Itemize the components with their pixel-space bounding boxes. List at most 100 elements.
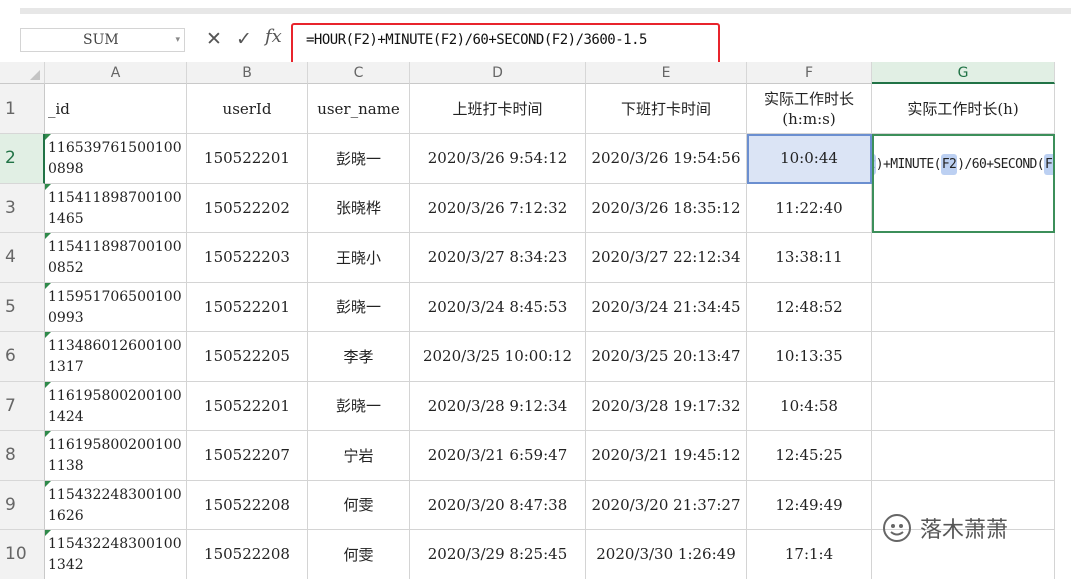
fx-icon[interactable]: fx	[265, 26, 282, 47]
cell-id[interactable]: 1161958002001001424	[45, 381, 187, 431]
cell-userid[interactable]: 150522201	[187, 381, 308, 431]
cell-user-name[interactable]: 张晓桦	[308, 183, 410, 233]
header-cell-id[interactable]: _id	[45, 84, 187, 134]
cell-user-name[interactable]: 何雯	[308, 480, 410, 530]
cell-work-hms[interactable]: 13:38:11	[747, 233, 872, 283]
cell-id[interactable]: 1154118987001001465	[45, 183, 187, 233]
row-header-10[interactable]: 10	[0, 530, 45, 579]
cell-clock-out[interactable]: 2020/3/27 22:12:34	[586, 233, 747, 283]
cell-clock-in[interactable]: 2020/3/29 8:25:45	[410, 530, 586, 579]
row-header-8[interactable]: 8	[0, 431, 45, 481]
cell-clock-in[interactable]: 2020/3/20 8:47:38	[410, 480, 586, 530]
select-all-corner[interactable]	[0, 62, 45, 84]
cell-userid[interactable]: 150522208	[187, 480, 308, 530]
row-header-7[interactable]: 7	[0, 381, 45, 431]
cell-userid[interactable]: 150522202	[187, 183, 308, 233]
cell-work-h[interactable]	[872, 381, 1055, 431]
cell-id[interactable]: 1154118987001000852	[45, 233, 187, 283]
cell-clock-in[interactable]: 2020/3/27 8:34:23	[410, 233, 586, 283]
cell-work-h[interactable]	[872, 332, 1055, 382]
cell-work-h[interactable]	[872, 282, 1055, 332]
cell-id[interactable]: 1161958002001001138	[45, 431, 187, 481]
name-box[interactable]: SUM ▾	[20, 28, 185, 52]
cell-clock-in[interactable]: 2020/3/28 9:12:34	[410, 381, 586, 431]
cell-clock-in[interactable]: 2020/3/21 6:59:47	[410, 431, 586, 481]
cell-userid[interactable]: 150522208	[187, 530, 308, 579]
cell-work-hms[interactable]: 10:13:35	[747, 332, 872, 382]
formula-text: )/60+SECOND(	[957, 157, 1045, 172]
cell-clock-in[interactable]: 2020/3/26 9:54:12	[410, 134, 586, 184]
cell-userid[interactable]: 150522207	[187, 431, 308, 481]
cell-clock-in[interactable]: 2020/3/26 7:12:32	[410, 183, 586, 233]
cell-work-hms[interactable]: 10:4:58	[747, 381, 872, 431]
cell-work-hms[interactable]: 17:1:4	[747, 530, 872, 579]
cell-user-name[interactable]: 彭晓一	[308, 282, 410, 332]
cell-clock-out[interactable]: 2020/3/24 21:34:45	[586, 282, 747, 332]
cell-clock-out[interactable]: 2020/3/20 21:37:27	[586, 480, 747, 530]
cell-work-hms[interactable]: 12:49:49	[747, 480, 872, 530]
cell-user-name[interactable]: 王晓小	[308, 233, 410, 283]
formula-input[interactable]: =HOUR(F2)+MINUTE(F2)/60+SECOND(F2)/3600-…	[300, 28, 1065, 52]
cell-user-name[interactable]: 宁岩	[308, 431, 410, 481]
cell-work-hms[interactable]: 10:0:44	[747, 134, 872, 184]
watermark-text: 落木萧萧	[920, 518, 1009, 543]
cell-userid[interactable]: 150522201	[187, 282, 308, 332]
editing-cell-g2[interactable]: =HOUR(F2)+MINUTE(F2)/60+SECOND(F2)/3600-…	[872, 134, 1055, 233]
formula-reference: F2	[1044, 154, 1053, 175]
cell-clock-out[interactable]: 2020/3/21 19:45:12	[586, 431, 747, 481]
ribbon-edge	[20, 8, 1071, 14]
cell-clock-in[interactable]: 2020/3/24 8:45:53	[410, 282, 586, 332]
confirm-icon[interactable]: ✓	[236, 28, 252, 50]
row-header-2[interactable]: 2	[0, 134, 45, 184]
cell-clock-out[interactable]: 2020/3/26 18:35:12	[586, 183, 747, 233]
cell-user-name[interactable]: 彭晓一	[308, 381, 410, 431]
row-header-1[interactable]: 1	[0, 84, 45, 134]
cancel-icon[interactable]: ✕	[206, 28, 222, 50]
chevron-down-icon[interactable]: ▾	[175, 29, 180, 51]
watermark: 落木萧萧	[882, 512, 1008, 544]
header-cell-user-name[interactable]: user_name	[308, 84, 410, 134]
cell-id[interactable]: 1165397615001000898	[45, 134, 187, 184]
column-header-f[interactable]: F	[747, 62, 872, 84]
cell-clock-out[interactable]: 2020/3/30 1:26:49	[586, 530, 747, 579]
cell-user-name[interactable]: 李孝	[308, 332, 410, 382]
cell-work-hms[interactable]: 12:45:25	[747, 431, 872, 481]
cell-work-h[interactable]	[872, 431, 1055, 481]
row-header-3[interactable]: 3	[0, 183, 45, 233]
row-header-9[interactable]: 9	[0, 480, 45, 530]
header-cell-work-hms[interactable]: 实际工作时长(h:m:s)	[747, 84, 872, 134]
name-box-value: SUM	[83, 32, 119, 48]
cell-clock-out[interactable]: 2020/3/25 20:13:47	[586, 332, 747, 382]
column-header-d[interactable]: D	[410, 62, 586, 84]
formula-text: )+MINUTE(	[875, 157, 942, 172]
header-cell-work-h[interactable]: 实际工作时长(h)	[872, 84, 1055, 134]
column-header-g[interactable]: G	[872, 62, 1055, 84]
column-header-b[interactable]: B	[187, 62, 308, 84]
cell-user-name[interactable]: 何雯	[308, 530, 410, 579]
cell-userid[interactable]: 150522201	[187, 134, 308, 184]
header-cell-userid[interactable]: userId	[187, 84, 308, 134]
header-cell-clock-in[interactable]: 上班打卡时间	[410, 84, 586, 134]
wechat-icon	[883, 514, 911, 542]
header-cell-clock-out[interactable]: 下班打卡时间	[586, 84, 747, 134]
column-header-c[interactable]: C	[308, 62, 410, 84]
cell-userid[interactable]: 150522203	[187, 233, 308, 283]
cell-clock-out[interactable]: 2020/3/26 19:54:56	[586, 134, 747, 184]
cell-work-h[interactable]	[872, 233, 1055, 283]
cell-work-hms[interactable]: 11:22:40	[747, 183, 872, 233]
cell-id[interactable]: 1154322483001001342	[45, 530, 187, 579]
cell-id[interactable]: 1134860126001001317	[45, 332, 187, 382]
row-header-5[interactable]: 5	[0, 282, 45, 332]
cell-clock-out[interactable]: 2020/3/28 19:17:32	[586, 381, 747, 431]
column-header-e[interactable]: E	[586, 62, 747, 84]
cell-clock-in[interactable]: 2020/3/25 10:00:12	[410, 332, 586, 382]
row-header-6[interactable]: 6	[0, 332, 45, 382]
cell-user-name[interactable]: 彭晓一	[308, 134, 410, 184]
cell-userid[interactable]: 150522205	[187, 332, 308, 382]
column-header-a[interactable]: A	[45, 62, 187, 84]
cell-work-hms[interactable]: 12:48:52	[747, 282, 872, 332]
cell-id[interactable]: 1154322483001001626	[45, 480, 187, 530]
select-all-triangle-icon	[30, 70, 40, 80]
row-header-4[interactable]: 4	[0, 233, 45, 283]
cell-id[interactable]: 1159517065001000993	[45, 282, 187, 332]
